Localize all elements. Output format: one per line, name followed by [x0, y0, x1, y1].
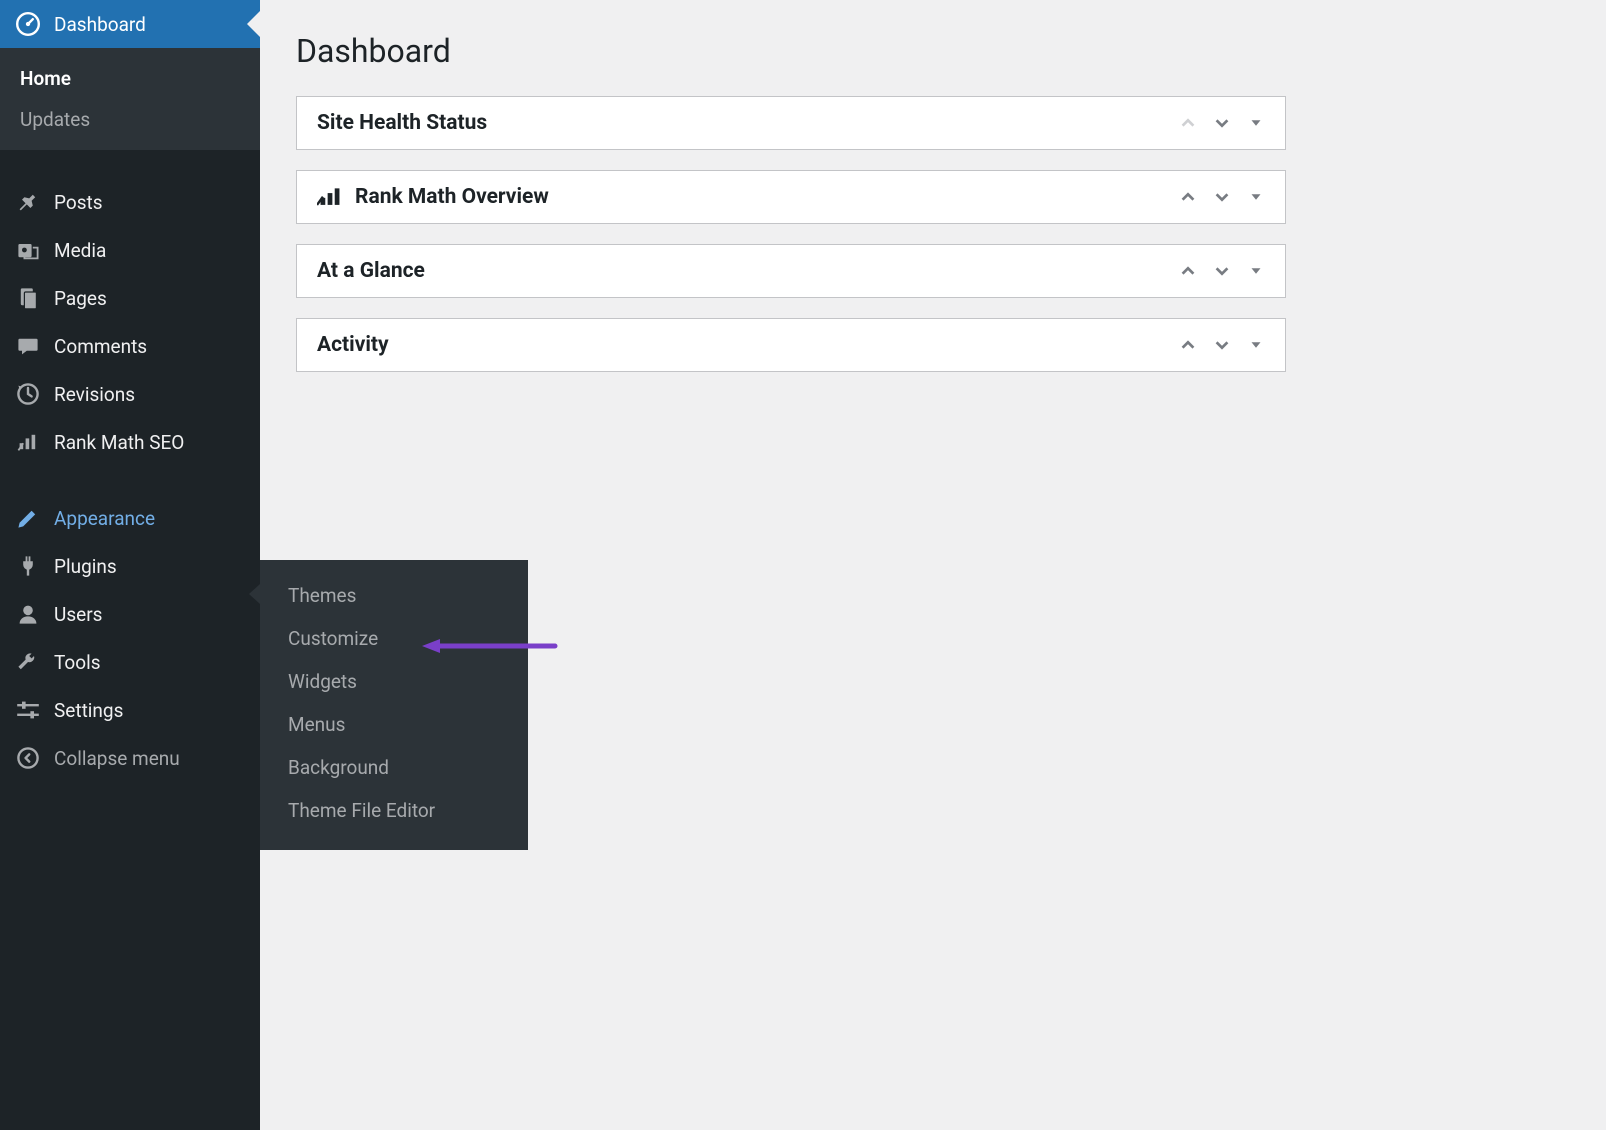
sidebar-subitem-home[interactable]: Home — [0, 58, 260, 99]
sidebar-item-label: Plugins — [54, 555, 117, 578]
appearance-icon — [14, 506, 42, 530]
widget-header[interactable]: Site Health Status — [297, 97, 1285, 149]
widget-controls — [1179, 188, 1265, 206]
sidebar-item-label: Pages — [54, 287, 107, 310]
sidebar-item-dashboard[interactable]: Dashboard — [0, 0, 260, 48]
toggle-icon[interactable] — [1247, 336, 1265, 354]
annotation-arrow — [420, 636, 560, 656]
admin-sidebar: Dashboard Home Updates Posts Media Pages… — [0, 0, 260, 1130]
comments-icon — [14, 334, 42, 358]
widget-site-health: Site Health Status — [296, 96, 1286, 150]
sidebar-item-settings[interactable]: Settings — [0, 686, 260, 734]
flyout-item-themes[interactable]: Themes — [260, 574, 528, 617]
sidebar-item-label: Rank Math SEO — [54, 431, 184, 454]
sidebar-subitem-updates[interactable]: Updates — [0, 99, 260, 140]
sidebar-item-label: Comments — [54, 335, 147, 358]
flyout-item-menus[interactable]: Menus — [260, 703, 528, 746]
sidebar-item-label: Users — [54, 603, 102, 626]
sidebar-item-label: Tools — [54, 651, 101, 674]
move-up-icon[interactable] — [1179, 188, 1197, 206]
sidebar-item-media[interactable]: Media — [0, 226, 260, 274]
widget-controls — [1179, 336, 1265, 354]
widget-at-a-glance: At a Glance — [296, 244, 1286, 298]
move-down-icon[interactable] — [1213, 114, 1231, 132]
users-icon — [14, 602, 42, 626]
sidebar-item-plugins[interactable]: Plugins — [0, 542, 260, 590]
page-title: Dashboard — [296, 32, 1570, 70]
dashboard-icon — [14, 12, 42, 36]
settings-icon — [14, 698, 42, 722]
move-down-icon[interactable] — [1213, 262, 1231, 280]
collapse-menu-button[interactable]: Collapse menu — [0, 734, 260, 782]
tools-icon — [14, 650, 42, 674]
flyout-item-widgets[interactable]: Widgets — [260, 660, 528, 703]
widget-title: Activity — [317, 333, 1179, 357]
flyout-item-background[interactable]: Background — [260, 746, 528, 789]
sidebar-item-rankmath[interactable]: Rank Math SEO — [0, 418, 260, 466]
widget-activity: Activity — [296, 318, 1286, 372]
sidebar-item-label: Media — [54, 239, 106, 262]
rankmath-icon — [14, 430, 42, 454]
widget-title: At a Glance — [317, 259, 1179, 283]
widget-header[interactable]: Activity — [297, 319, 1285, 371]
move-up-icon[interactable] — [1179, 262, 1197, 280]
media-icon — [14, 238, 42, 262]
sidebar-item-label: Dashboard — [54, 13, 146, 36]
sidebar-item-label: Appearance — [54, 507, 155, 530]
plugins-icon — [14, 554, 42, 578]
pages-icon — [14, 286, 42, 310]
widget-title: Site Health Status — [317, 111, 1179, 135]
sidebar-item-tools[interactable]: Tools — [0, 638, 260, 686]
flyout-item-editor[interactable]: Theme File Editor — [260, 789, 528, 832]
widget-header[interactable]: At a Glance — [297, 245, 1285, 297]
sidebar-item-pages[interactable]: Pages — [0, 274, 260, 322]
revisions-icon — [14, 382, 42, 406]
widget-controls — [1179, 114, 1265, 132]
toggle-icon[interactable] — [1247, 188, 1265, 206]
widget-rankmath-overview: Rank Math Overview — [296, 170, 1286, 224]
move-up-icon[interactable] — [1179, 336, 1197, 354]
sidebar-separator — [0, 466, 260, 494]
sidebar-item-revisions[interactable]: Revisions — [0, 370, 260, 418]
collapse-label: Collapse menu — [54, 747, 180, 770]
pushpin-icon — [14, 190, 42, 214]
move-down-icon[interactable] — [1213, 188, 1231, 206]
sidebar-item-posts[interactable]: Posts — [0, 178, 260, 226]
appearance-flyout: Themes Customize Widgets Menus Backgroun… — [260, 560, 528, 850]
toggle-icon[interactable] — [1247, 262, 1265, 280]
toggle-icon[interactable] — [1247, 114, 1265, 132]
collapse-icon — [14, 746, 42, 770]
main-content: Dashboard Site Health Status Rank Math O… — [260, 0, 1606, 416]
sidebar-item-appearance[interactable]: Appearance — [0, 494, 260, 542]
sidebar-separator — [0, 150, 260, 178]
sidebar-item-label: Posts — [54, 191, 103, 214]
sidebar-item-users[interactable]: Users — [0, 590, 260, 638]
widget-controls — [1179, 262, 1265, 280]
widget-title: Rank Math Overview — [317, 185, 1179, 209]
sidebar-item-label: Revisions — [54, 383, 135, 406]
sidebar-item-comments[interactable]: Comments — [0, 322, 260, 370]
rankmath-icon — [317, 187, 343, 207]
move-up-icon[interactable] — [1179, 114, 1197, 132]
widget-header[interactable]: Rank Math Overview — [297, 171, 1285, 223]
sidebar-submenu-dashboard: Home Updates — [0, 48, 260, 150]
sidebar-item-label: Settings — [54, 699, 123, 722]
move-down-icon[interactable] — [1213, 336, 1231, 354]
